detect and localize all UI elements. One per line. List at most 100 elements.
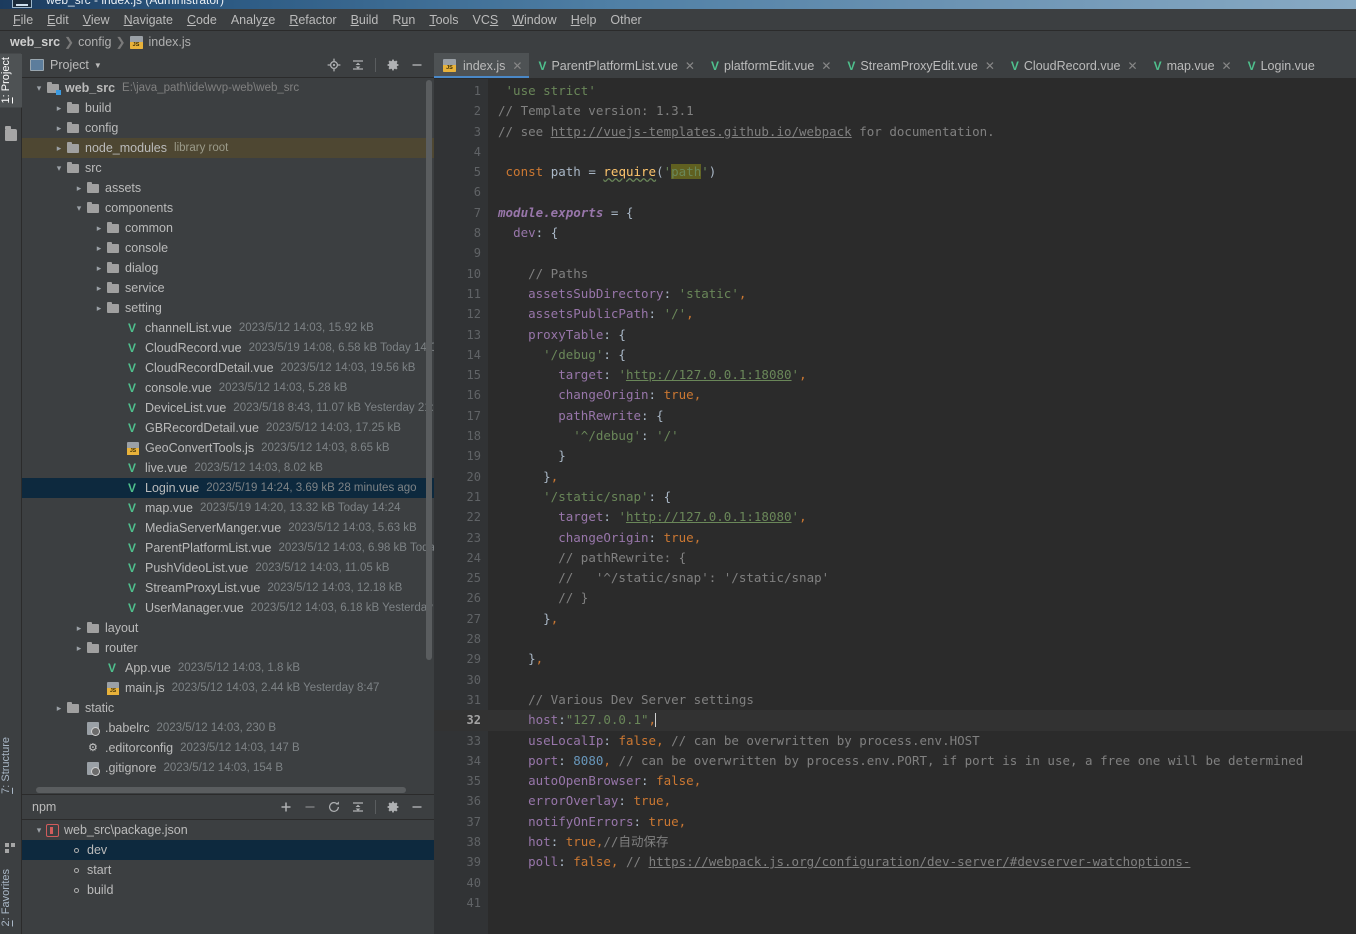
tree-row[interactable]: ▸ common bbox=[22, 218, 434, 238]
chevron-down-icon[interactable]: ▾ bbox=[32, 83, 46, 94]
breadcrumb-folder[interactable]: config bbox=[78, 35, 111, 49]
close-icon[interactable]: ✕ bbox=[685, 59, 695, 73]
tree-row[interactable]: ▸ assets bbox=[22, 178, 434, 198]
breadcrumb-root[interactable]: web_src bbox=[10, 35, 60, 49]
npm-script-build[interactable]: build bbox=[22, 880, 434, 900]
tree-row[interactable]: .gitignore 2023/5/12 14:03, 154 B bbox=[22, 758, 434, 778]
code-line[interactable]: dev: { bbox=[488, 223, 1356, 243]
code-line[interactable] bbox=[488, 243, 1356, 263]
tree-row[interactable]: VchannelList.vue 2023/5/12 14:03, 15.92 k… bbox=[22, 318, 434, 338]
tree-row[interactable]: ▸ static bbox=[22, 698, 434, 718]
code-line[interactable]: changeOrigin: true, bbox=[488, 528, 1356, 548]
tree-row[interactable]: ▸ node_modules library root bbox=[22, 138, 434, 158]
sidebar-item-structure[interactable]: 7: Structure bbox=[0, 733, 22, 798]
code-line[interactable] bbox=[488, 142, 1356, 162]
chevron-right-icon[interactable]: ▸ bbox=[92, 223, 106, 234]
tree-row[interactable]: ▸ console bbox=[22, 238, 434, 258]
tree-row[interactable]: ▾ web_src E:\java_path\ide\wvp-web\web_src bbox=[22, 78, 434, 98]
chevron-right-icon[interactable]: ▸ bbox=[92, 243, 106, 254]
menu-item-analyze[interactable]: Analyze bbox=[224, 11, 282, 29]
code-line[interactable]: autoOpenBrowser: false, bbox=[488, 771, 1356, 791]
close-icon[interactable]: ✕ bbox=[821, 59, 831, 73]
close-icon[interactable]: ✕ bbox=[512, 59, 522, 73]
tree-row[interactable]: V UserManager.vue 2023/5/12 14:03, 6.18 kB… bbox=[22, 598, 434, 618]
code-line[interactable]: useLocalIp: false, // can be overwritten… bbox=[488, 731, 1356, 751]
minimize-panel-icon[interactable] bbox=[406, 55, 428, 75]
chevron-right-icon[interactable]: ▸ bbox=[52, 143, 66, 154]
code-line[interactable]: }, bbox=[488, 609, 1356, 629]
tab-CloudRecord-vue[interactable]: V CloudRecord.vue ✕ bbox=[1002, 53, 1145, 78]
collapse-all-icon[interactable] bbox=[347, 797, 369, 817]
chevron-down-icon[interactable]: ▼ bbox=[94, 61, 102, 70]
tree-row[interactable]: V GBRecordDetail.vue 2023/5/12 14:03, 17.2… bbox=[22, 418, 434, 438]
close-icon[interactable]: ✕ bbox=[1222, 59, 1232, 73]
tree-row[interactable]: ▸ config bbox=[22, 118, 434, 138]
tree-row[interactable]: .babelrc 2023/5/12 14:03, 230 B bbox=[22, 718, 434, 738]
settings-gear-icon[interactable] bbox=[382, 797, 404, 817]
npm-script-dev[interactable]: dev bbox=[22, 840, 434, 860]
collapse-all-icon[interactable] bbox=[347, 55, 369, 75]
add-icon[interactable] bbox=[275, 797, 297, 817]
code-line[interactable]: '/static/snap': { bbox=[488, 487, 1356, 507]
code-line[interactable]: }, bbox=[488, 467, 1356, 487]
code-line[interactable] bbox=[488, 873, 1356, 893]
code-line[interactable]: port: 8080, // can be overwritten by pro… bbox=[488, 751, 1356, 771]
tree-row[interactable]: ▸ setting bbox=[22, 298, 434, 318]
code-line[interactable]: // Various Dev Server settings bbox=[488, 690, 1356, 710]
tree-row[interactable]: Vconsole.vue 2023/5/12 14:03, 5.28 kB bbox=[22, 378, 434, 398]
npm-script-start[interactable]: start bbox=[22, 860, 434, 880]
project-tree[interactable]: ▾ web_src E:\java_path\ide\wvp-web\web_src… bbox=[22, 78, 434, 794]
tab-map-vue[interactable]: Vmap.vue ✕ bbox=[1145, 53, 1239, 78]
settings-gear-icon[interactable] bbox=[382, 55, 404, 75]
code-line[interactable]: assetsSubDirectory: 'static', bbox=[488, 284, 1356, 304]
code-line[interactable]: // pathRewrite: { bbox=[488, 548, 1356, 568]
code-line[interactable]: proxyTable: { bbox=[488, 325, 1356, 345]
code-editor[interactable]: 'use strict'// Template version: 1.3.1//… bbox=[488, 79, 1356, 934]
menu-item-run[interactable]: Run bbox=[385, 11, 422, 29]
tree-row[interactable]: V CloudRecord.vue 2023/5/19 14:08, 6.58 kB… bbox=[22, 338, 434, 358]
code-line[interactable]: target: 'http://127.0.0.1:18080', bbox=[488, 365, 1356, 385]
close-icon[interactable]: ✕ bbox=[985, 59, 995, 73]
code-line[interactable]: const path = require('path') bbox=[488, 162, 1356, 182]
code-line[interactable] bbox=[488, 670, 1356, 690]
tree-row[interactable]: ▸ service bbox=[22, 278, 434, 298]
code-line[interactable]: pathRewrite: { bbox=[488, 406, 1356, 426]
code-line[interactable]: 'use strict' bbox=[488, 81, 1356, 101]
tree-row[interactable]: ▸ dialog bbox=[22, 258, 434, 278]
tree-row[interactable]: V StreamProxyList.vue 2023/5/12 14:03, 12.… bbox=[22, 578, 434, 598]
tree-row[interactable]: V ParentPlatformList.vue 2023/5/12 14:03, … bbox=[22, 538, 434, 558]
editor-gutter[interactable]: 1 2−3− 4 5 6 7−8− 9 10 11 12 13−14− 15 16 17− 18 192021… bbox=[434, 79, 502, 934]
code-line[interactable]: }, bbox=[488, 649, 1356, 669]
tab-ParentPlatformList-vue[interactable]: V ParentPlatformList.vue ✕ bbox=[529, 53, 702, 78]
code-line[interactable]: // see http://vuejs-templates.github.io/… bbox=[488, 122, 1356, 142]
tree-row[interactable]: V CloudRecordDetail.vue 2023/5/12 14:03, 1… bbox=[22, 358, 434, 378]
close-icon[interactable]: ✕ bbox=[1128, 59, 1138, 73]
remove-icon[interactable] bbox=[299, 797, 321, 817]
menu-item-build[interactable]: Build bbox=[344, 11, 386, 29]
menu-item-edit[interactable]: Edit bbox=[40, 11, 76, 29]
menu-item-refactor[interactable]: Refactor bbox=[282, 11, 343, 29]
locate-icon[interactable] bbox=[323, 55, 345, 75]
menu-item-help[interactable]: Help bbox=[564, 11, 604, 29]
tree-horizontal-scrollbar[interactable] bbox=[36, 787, 406, 793]
menu-item-code[interactable]: Code bbox=[180, 11, 224, 29]
chevron-right-icon[interactable]: ▸ bbox=[92, 283, 106, 294]
chevron-right-icon[interactable]: ▸ bbox=[52, 703, 66, 714]
menu-item-navigate[interactable]: Navigate bbox=[117, 11, 180, 29]
tree-row[interactable]: ▸ layout bbox=[22, 618, 434, 638]
code-line[interactable]: notifyOnErrors: true, bbox=[488, 812, 1356, 832]
tree-row[interactable]: V PushVideoList.vue 2023/5/12 14:03, 11.05… bbox=[22, 558, 434, 578]
code-line[interactable]: '^/debug': '/' bbox=[488, 426, 1356, 446]
sidebar-item-project[interactable]: 11: Project: Project bbox=[0, 53, 22, 108]
tree-row[interactable]: V App.vue 2023/5/12 14:03, 1.8 kB bbox=[22, 658, 434, 678]
code-line[interactable]: changeOrigin: true, bbox=[488, 385, 1356, 405]
tree-row[interactable]: GeoConvertTools.js 2023/5/12 14:03, 8.65 … bbox=[22, 438, 434, 458]
menu-item-view[interactable]: View bbox=[76, 11, 117, 29]
chevron-down-icon[interactable]: ▾ bbox=[72, 203, 86, 214]
npm-scripts-list[interactable]: ▾ web_src\package.json dev start build bbox=[22, 820, 434, 934]
refresh-icon[interactable] bbox=[323, 797, 345, 817]
code-line[interactable]: target: 'http://127.0.0.1:18080', bbox=[488, 507, 1356, 527]
code-line[interactable]: // '^/static/snap': '/static/snap' bbox=[488, 568, 1356, 588]
tree-row[interactable]: Vmap.vue 2023/5/19 14:20, 13.32 kB Today … bbox=[22, 498, 434, 518]
tree-vertical-scrollbar[interactable] bbox=[426, 80, 432, 660]
